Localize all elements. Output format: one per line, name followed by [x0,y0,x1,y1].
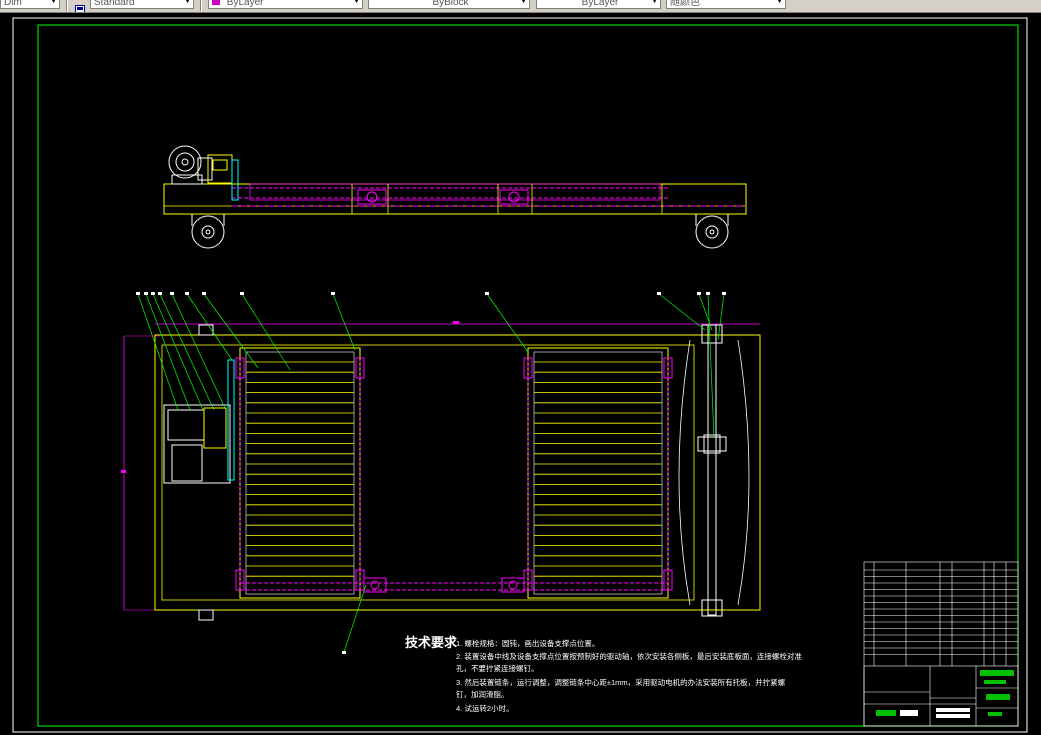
toolbar-separator [200,0,202,11]
drawing-canvas[interactable]: 技术要求 1. 螺栓规格：圆钝，画出设备支撑点位置。 2. 装置设备中线及设备支… [0,12,1041,735]
driven-shaft [697,324,727,617]
plot-style-select[interactable]: 随颜色 ▼ [666,0,786,9]
color-swatch-icon [212,0,220,5]
support-pad [198,324,214,336]
side-elevation-view [163,145,747,249]
gearbox-inner [212,159,228,171]
slats-left [246,361,354,577]
dim-style-select[interactable]: Dim ▼ [0,0,60,9]
wheel-right [695,214,729,249]
technical-notes: 技术要求 1. 螺栓规格：圆钝，画出设备支撑点位置。 2. 装置设备中线及设备支… [405,635,802,713]
curve-guide-right [737,339,750,606]
linetype-select[interactable]: ByBlock ▼ [368,0,530,9]
notes-item-2b: 孔，不要拧紧连接螺钉。 [456,663,539,673]
chevron-down-icon: ▼ [353,0,360,5]
notes-heading: 技术要求 [405,635,458,650]
side-bearing-left [357,189,387,205]
conveyor-bed-right [527,347,669,599]
notes-item-3: 3. 然后装置链条，运行调整，调整链条中心距±1mm，采用驱动电机的办法安装所有… [456,677,786,687]
color-select[interactable]: ByLayer ▼ [208,0,363,9]
text-style-select[interactable]: Standard ▼ [90,0,194,9]
wheel-left [191,214,225,249]
dim-style-value: Dim [4,0,22,8]
plan-bearings [235,357,673,593]
support-pad [198,609,214,621]
chevron-down-icon: ▼ [651,0,658,5]
title-block-labels [876,670,1014,718]
side-frame-posts [351,184,663,214]
text-style-icon [75,0,85,12]
notes-item-2: 2. 装置设备中线及设备支撑点位置按预制好的驱动轴，依次安装各侧板，最后安装底板… [456,651,802,661]
chevron-down-icon: ▼ [776,0,783,5]
motor-assembly [168,145,213,185]
drive-sprocket [231,159,239,201]
notes-item-1: 1. 螺栓规格：圆钝，画出设备支撑点位置。 [456,638,599,648]
toolbar-separator [66,0,68,11]
sheet-outer-border [12,17,1028,733]
lineweight-value: ByLayer [581,0,619,8]
conveyor-bed-left [239,347,361,599]
slats-right [534,361,662,577]
dimension-label [453,321,459,324]
chevron-down-icon: ▼ [50,0,57,5]
bom-table [864,569,1018,655]
plan-frame-inner [161,344,695,601]
curve-guide-left [678,339,691,606]
chevron-down-icon: ▼ [184,0,191,5]
plan-drive-shaft [227,359,235,481]
linetype-value: ByBlock [432,0,469,8]
plan-view [121,292,761,654]
motor-body [171,444,203,482]
notes-item-3b: 钉，加润滑脂。 [456,689,509,699]
plot-style-value: 随颜色 [670,0,700,8]
title-block [863,561,1019,727]
notes-item-4: 4. 试运转2小时。 [456,703,514,713]
motor-block [163,404,231,484]
chevron-down-icon: ▼ [520,0,527,5]
plan-gearbox [203,407,227,449]
lineweight-select[interactable]: ByLayer ▼ [536,0,661,9]
color-value: ByLayer [226,0,264,8]
dimension-label [121,470,126,473]
text-style-value: Standard [94,0,135,8]
side-bearing-right [499,189,529,205]
motor-flange [167,409,205,441]
